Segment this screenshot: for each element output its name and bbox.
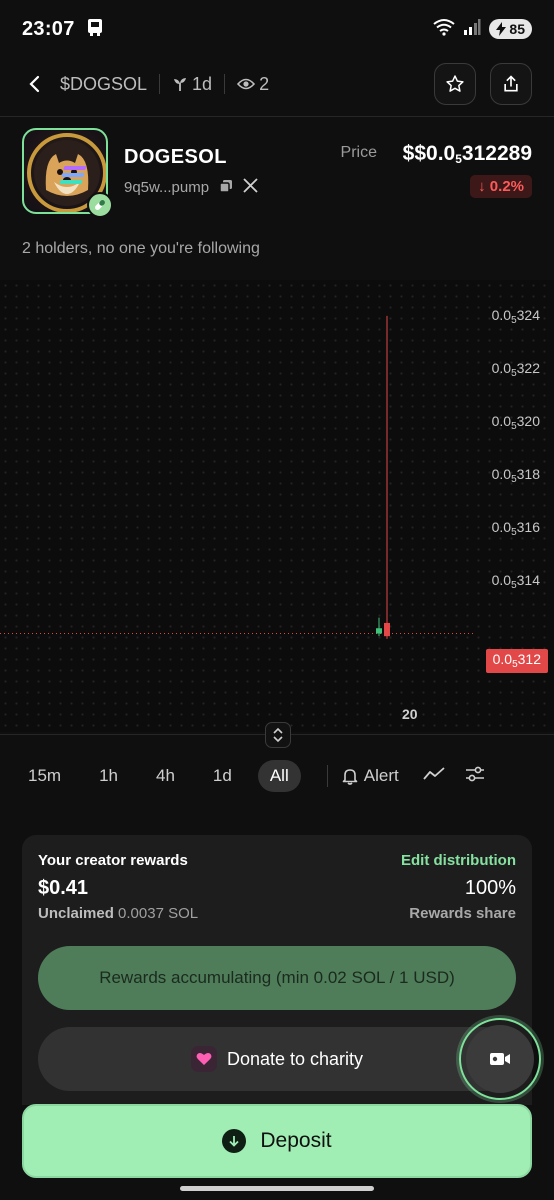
token-age-value: 1d [192, 73, 213, 94]
expand-vertical-icon [273, 727, 283, 743]
donate-button[interactable]: Donate to charity [38, 1027, 516, 1091]
deposit-button[interactable]: Deposit [22, 1104, 532, 1178]
price-value: $$0.05312289 [402, 142, 532, 166]
current-price-tag: 0.05312 [485, 649, 548, 673]
alert-button[interactable]: Alert [342, 766, 399, 786]
candle [376, 617, 382, 637]
y-axis-tick: 0.05318 [491, 465, 540, 485]
pill-icon [87, 192, 113, 218]
rewards-title: Your creator rewards [38, 852, 188, 869]
copy-icon[interactable] [219, 179, 233, 197]
share-button[interactable] [490, 63, 532, 105]
y-axis-tick: 0.05324 [491, 306, 540, 326]
timeframe-1d[interactable]: 1d [201, 760, 244, 792]
battery-level: 85 [509, 21, 525, 37]
viewer-count: 2 [237, 74, 269, 95]
current-price-prefix: 0.0 [492, 651, 513, 667]
arrow-down-circle-icon [222, 1129, 247, 1153]
token-header: DOGESOL 9q5w...pump Price $$0.05312289 ↓… [22, 128, 532, 218]
app-notification-icon [85, 17, 105, 42]
alert-label: Alert [363, 766, 399, 785]
chart-settings-button[interactable] [465, 765, 485, 788]
price-chart[interactable]: 0.05324 0.05322 0.05320 0.05318 0.05316 0.053… [0, 280, 554, 732]
bell-icon [342, 769, 358, 785]
candle [384, 315, 390, 639]
star-icon [446, 75, 464, 92]
y-axis-tick: 0.05322 [491, 359, 540, 379]
status-bar: 23:07 85 [0, 0, 554, 58]
sprout-icon [174, 78, 187, 91]
timeframe-all[interactable]: All [257, 760, 301, 792]
top-nav: $DOGSOL 1d 2 [0, 58, 554, 110]
video-camera-icon [490, 1053, 510, 1065]
record-video-button[interactable] [459, 1018, 541, 1100]
rewards-accumulating-button[interactable]: Rewards accumulating (min 0.02 SOL / 1 U… [38, 946, 516, 1010]
timeframe-divider [326, 765, 328, 787]
timeframe-selector: 15m 1h 4h 1d All Alert [16, 758, 542, 794]
unclaimed-row: Unclaimed 0.0037 SOL [38, 905, 198, 922]
token-address-row: 9q5w...pump [124, 178, 258, 197]
token-address: 9q5w...pump [124, 179, 210, 196]
token-age: 1d [172, 74, 212, 95]
chart-canvas [0, 315, 474, 639]
nav-ticker: $DOGSOL [60, 73, 148, 94]
battery-indicator: 85 [489, 19, 532, 39]
edit-distribution-link[interactable]: Edit distribution [401, 852, 516, 869]
back-button[interactable] [22, 72, 46, 96]
viewer-count-value: 2 [259, 73, 270, 94]
chart-resize-handle[interactable] [265, 722, 291, 748]
line-chart-icon [423, 766, 445, 780]
header-divider [0, 116, 554, 117]
nav-divider [159, 74, 161, 94]
heart-icon [190, 1046, 217, 1072]
unclaimed-value: 0.0037 SOL [118, 905, 199, 922]
price-label: Price [340, 144, 377, 161]
creator-rewards-card: Your creator rewards Edit distribution $… [22, 835, 532, 1105]
charging-bolt-icon [496, 22, 507, 36]
price-change-badge: ↓ 0.2% [470, 175, 532, 198]
signal-icon [463, 18, 481, 41]
favorite-button[interactable] [434, 63, 476, 105]
sliders-icon [465, 766, 484, 781]
donate-label: Donate to charity [226, 1048, 364, 1069]
wifi-icon [433, 18, 456, 41]
price-zero-count: 5 [455, 152, 462, 166]
status-time: 23:07 [22, 17, 75, 40]
rewards-amount: $0.41 [38, 877, 89, 899]
chart-type-button[interactable] [423, 766, 445, 787]
holders-text: 2 holders, no one you're following [22, 240, 260, 257]
price-digits: 312289 [461, 142, 532, 165]
y-axis-tick: 0.05316 [491, 518, 540, 538]
y-axis-tick: 0.05320 [491, 412, 540, 432]
current-price-digits: 312 [517, 651, 541, 667]
token-name: DOGESOL [124, 146, 227, 168]
deposit-label: Deposit [260, 1129, 332, 1152]
price-prefix: $0.0 [414, 142, 456, 165]
x-axis-tick: 20 [402, 706, 418, 722]
rewards-share-label: Rewards share [409, 905, 516, 922]
home-indicator[interactable] [180, 1186, 374, 1191]
timeframe-15m[interactable]: 15m [16, 760, 73, 792]
timeframe-1h[interactable]: 1h [87, 760, 130, 792]
chevron-left-icon [29, 75, 40, 93]
rewards-share-percent: 100% [464, 877, 516, 899]
timeframe-4h[interactable]: 4h [144, 760, 187, 792]
eye-icon [237, 78, 256, 90]
unclaimed-label: Unclaimed [38, 905, 114, 922]
nav-divider [224, 74, 226, 94]
x-social-icon[interactable] [243, 178, 258, 197]
share-icon [504, 75, 518, 92]
y-axis-tick: 0.05314 [491, 571, 540, 591]
